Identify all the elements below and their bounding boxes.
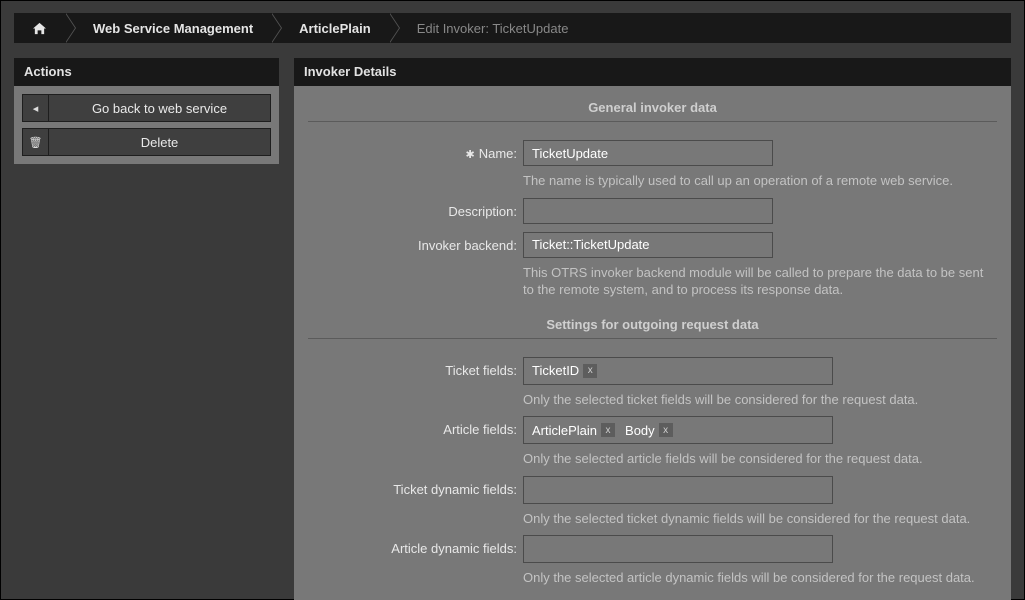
article-fields-input[interactable]: ArticlePlainxBodyx (523, 416, 833, 444)
ticket-dyn-label: Ticket dynamic fields: (308, 476, 523, 528)
breadcrumb-label: Edit Invoker: TicketUpdate (417, 21, 569, 36)
delete-button[interactable]: 🗑 Delete (22, 128, 271, 156)
article-fields-help: Only the selected article fields will be… (523, 450, 997, 468)
go-back-button[interactable]: ◂ Go back to web service (22, 94, 271, 122)
article-dyn-input[interactable] (523, 535, 833, 563)
section-general-heading: General invoker data (308, 96, 997, 121)
breadcrumb-label: ArticlePlain (299, 21, 371, 36)
ticket-dyn-input[interactable] (523, 476, 833, 504)
required-icon: ✱ (465, 149, 474, 161)
ticket-fields-input[interactable]: TicketIDx (523, 357, 833, 385)
go-back-label: Go back to web service (49, 101, 270, 116)
ticket-fields-label: Ticket fields: (308, 357, 523, 409)
tag: ArticlePlainx (528, 420, 617, 440)
actions-header: Actions (14, 58, 279, 86)
invoker-details-header: Invoker Details (294, 58, 1011, 86)
home-icon (32, 22, 47, 35)
article-dyn-help: Only the selected article dynamic fields… (523, 569, 997, 587)
back-icon: ◂ (23, 95, 49, 121)
breadcrumb-item-wsm[interactable]: Web Service Management (65, 13, 271, 43)
section-outgoing-heading: Settings for outgoing request data (308, 313, 997, 338)
article-fields-label: Article fields: (308, 416, 523, 468)
section-divider (308, 121, 997, 122)
backend-label: Invoker backend: (308, 232, 523, 299)
article-dyn-label: Article dynamic fields: (308, 535, 523, 587)
tag-remove-icon[interactable]: x (583, 364, 597, 378)
trash-icon: 🗑 (23, 129, 49, 155)
description-label: Description: (308, 198, 523, 224)
breadcrumb-item-page: Edit Invoker: TicketUpdate (389, 13, 587, 43)
breadcrumb-home[interactable] (14, 13, 65, 43)
backend-help: This OTRS invoker backend module will be… (523, 264, 997, 299)
name-help: The name is typically used to call up an… (523, 172, 997, 190)
tag: Bodyx (621, 420, 675, 440)
section-divider (308, 338, 997, 339)
tag-remove-icon[interactable]: x (659, 423, 673, 437)
breadcrumb: Web Service Management ArticlePlain Edit… (14, 13, 1011, 43)
breadcrumb-label: Web Service Management (93, 21, 253, 36)
actions-panel: ◂ Go back to web service 🗑 Delete (14, 86, 279, 164)
name-label: ✱Name: (308, 140, 523, 190)
invoker-details-body: General invoker data ✱Name: The name is … (294, 86, 1011, 600)
description-input[interactable] (523, 198, 773, 224)
tag-remove-icon[interactable]: x (601, 423, 615, 437)
breadcrumb-item-ws[interactable]: ArticlePlain (271, 13, 389, 43)
delete-label: Delete (49, 135, 270, 150)
name-input[interactable] (523, 140, 773, 166)
ticket-dyn-help: Only the selected ticket dynamic fields … (523, 510, 997, 528)
tag: TicketIDx (528, 361, 599, 381)
ticket-fields-help: Only the selected ticket fields will be … (523, 391, 997, 409)
backend-value: Ticket::TicketUpdate (523, 232, 773, 258)
